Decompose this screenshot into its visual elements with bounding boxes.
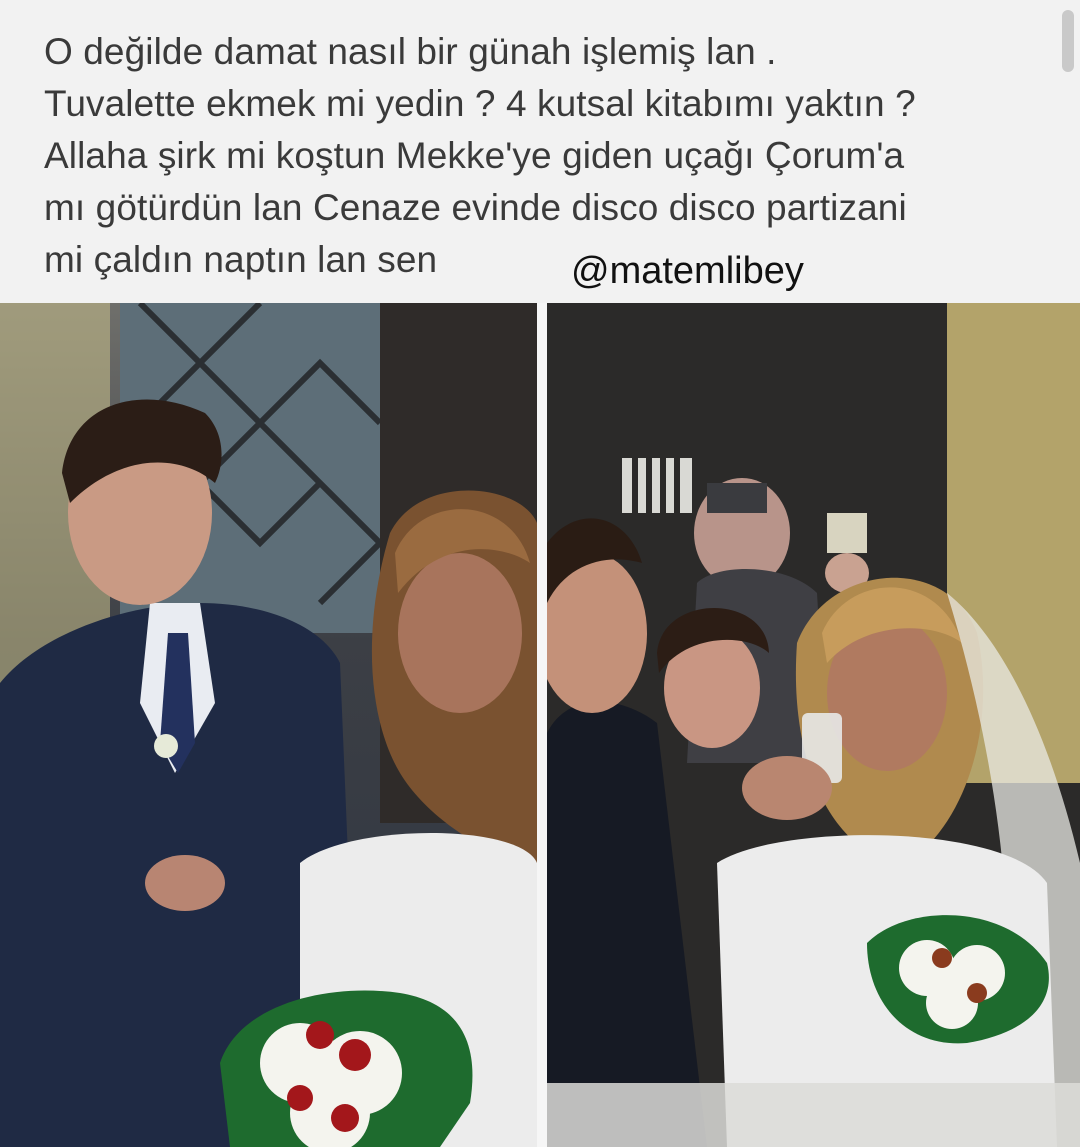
caption-line-1: O değilde damat nasıl bir günah işlemiş … xyxy=(44,31,777,72)
watermark-handle: @matemlibey xyxy=(571,250,804,292)
caption-line-5: mi çaldın naptın lan sen xyxy=(44,239,438,280)
photo-divider xyxy=(537,303,547,1147)
wedding-photo-left xyxy=(0,303,537,1147)
scrollbar[interactable] xyxy=(1062,10,1074,72)
wedding-photo-left-illustration xyxy=(0,303,537,1147)
wedding-photo-right xyxy=(547,303,1080,1147)
wedding-photo-right-illustration xyxy=(547,303,1080,1147)
caption-line-2: Tuvalette ekmek mi yedin ? 4 kutsal kita… xyxy=(44,83,916,124)
caption-line-4: mı götürdün lan Cenaze evinde disco disc… xyxy=(44,187,907,228)
post-caption: O değilde damat nasıl bir günah işlemiş … xyxy=(44,26,1044,286)
caption-line-3: Allaha şirk mi koştun Mekke'ye giden uça… xyxy=(44,135,905,176)
post-container: O değilde damat nasıl bir günah işlemiş … xyxy=(0,0,1080,1147)
